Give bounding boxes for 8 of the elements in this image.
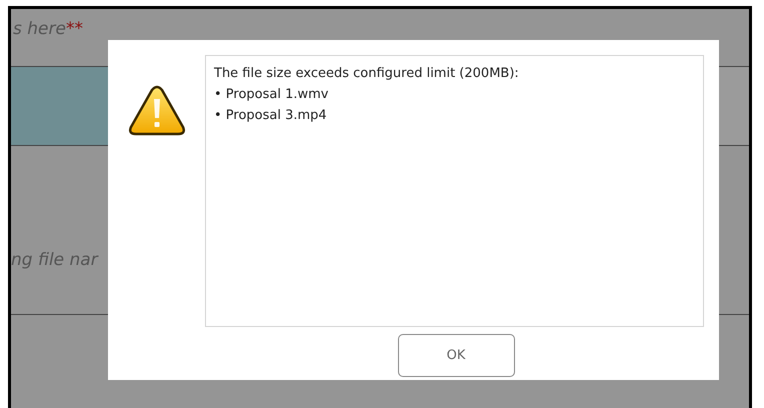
field-hint: ng file nar [11, 250, 98, 270]
warning-icon [128, 85, 186, 137]
required-mark: ** [66, 19, 83, 39]
error-message: The file size exceeds configured limit (200MB): [214, 65, 520, 83]
page-heading: s here [13, 19, 66, 39]
file-list-item: • Proposal 1.wmv [214, 86, 330, 104]
file-list-item: • Proposal 3.mp4 [214, 107, 328, 125]
ok-button[interactable]: OK [398, 334, 514, 377]
